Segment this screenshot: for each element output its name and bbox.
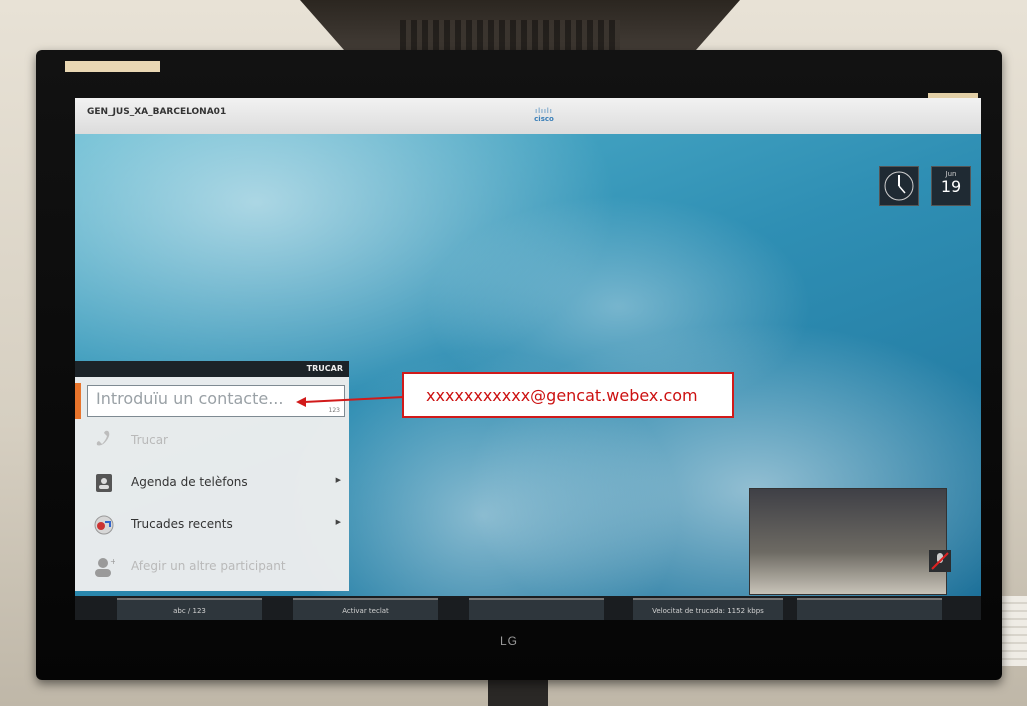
clock-widget	[879, 166, 919, 206]
top-bar: GEN_JUS_XA_BARCELONA01 ılıılı cisco	[75, 98, 981, 134]
softkey-keyboard[interactable]: Activar teclat	[293, 598, 438, 620]
phonebook-icon	[96, 474, 112, 492]
contact-input[interactable]	[96, 389, 316, 408]
calendar-widget: Jun 19	[931, 166, 971, 206]
monitor-logo: LG	[500, 634, 519, 648]
recent-calls-icon	[94, 515, 114, 535]
calendar-day: 19	[940, 177, 962, 196]
softkey-blank[interactable]	[469, 598, 604, 620]
video-screen: GEN_JUS_XA_BARCELONA01 ılıılı cisco Jun …	[75, 98, 981, 620]
svg-text:+: +	[110, 557, 115, 566]
chevron-right-icon: ▶	[335, 476, 341, 484]
annotation-callout: xxxxxxxxxxx@gencat.webex.com	[402, 372, 734, 418]
chevron-right-icon: ▶	[335, 518, 341, 526]
menu-item-call[interactable]: Trucar	[75, 423, 349, 459]
menu-item-label: Trucades recents	[131, 517, 233, 531]
microphone-muted-icon	[929, 550, 951, 572]
system-name: GEN_JUS_XA_BARCELONA01	[87, 107, 227, 117]
add-participant-icon: +	[95, 557, 115, 577]
annotation-text: xxxxxxxxxxx@gencat.webex.com	[426, 386, 698, 405]
softkey-call-rate[interactable]: Velocitat de trucada: 1152 kbps	[633, 598, 783, 620]
softkey-bar: abc / 123 Activar teclat Velocitat de tr…	[75, 596, 981, 620]
cisco-bars-icon: ılıılı	[535, 107, 553, 115]
panel-title: TRUCAR	[75, 361, 349, 377]
menu-item-label: Trucar	[131, 433, 168, 447]
clock-icon	[884, 171, 914, 201]
menu-item-label: Agenda de telèfons	[131, 475, 248, 489]
cisco-wordmark: cisco	[534, 115, 554, 123]
label-sticker	[65, 61, 160, 72]
menu-item-label: Afegir un altre participant	[131, 559, 286, 573]
menu-item-phonebook[interactable]: Agenda de telèfons ▶	[75, 465, 349, 501]
softkey-blank[interactable]	[797, 598, 942, 620]
phone-icon	[96, 430, 110, 446]
focus-accent	[75, 383, 81, 419]
softkey-abc-123[interactable]: abc / 123	[117, 598, 262, 620]
self-view	[749, 488, 947, 595]
menu-item-recent-calls[interactable]: Trucades recents ▶	[75, 507, 349, 543]
cisco-logo: ılıılı cisco	[519, 107, 569, 124]
annotation-arrow	[296, 396, 405, 407]
menu-item-add-participant[interactable]: + Afegir un altre participant	[75, 549, 349, 585]
